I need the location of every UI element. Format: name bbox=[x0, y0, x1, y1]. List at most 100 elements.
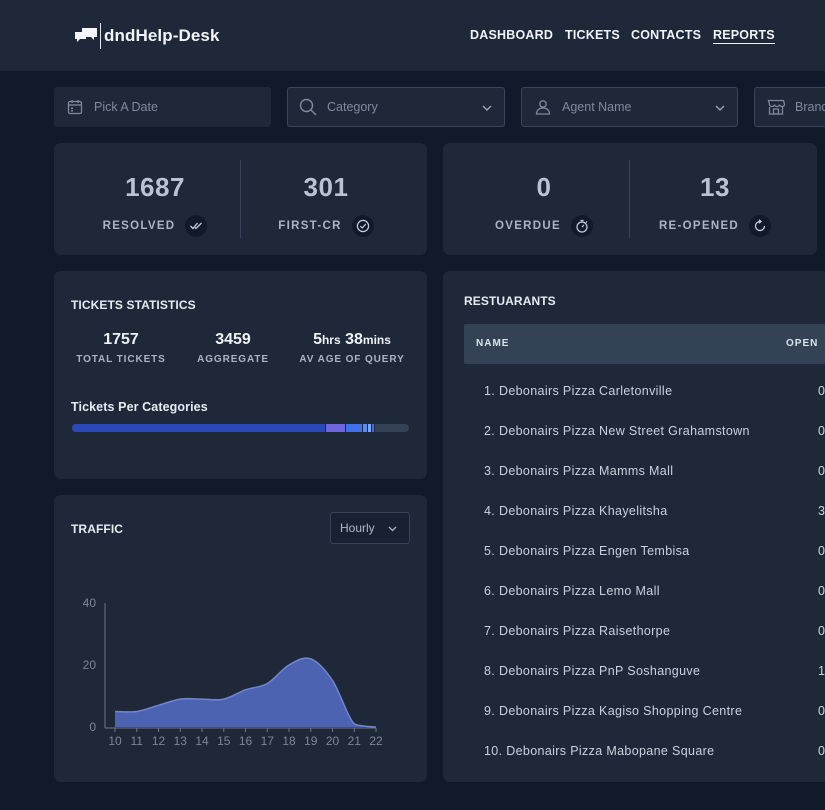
calendar-icon bbox=[66, 98, 84, 116]
stat-value: 3459 bbox=[215, 331, 251, 348]
table-row-open-count: 0 bbox=[818, 384, 825, 398]
stat-total-tickets: 1757 TOTAL TICKETS bbox=[71, 331, 171, 365]
kpi-value: 0 bbox=[536, 172, 552, 202]
table-row-name[interactable]: 2. Debonairs Pizza New Street Grahamstow… bbox=[484, 424, 750, 438]
column-header-name[interactable]: NAME bbox=[476, 338, 509, 349]
x-tick-label: 17 bbox=[261, 734, 275, 748]
traffic-area-chart: 0 20 40 10 11 12 13 14 15 16 17 18 19 20 21 22 bbox=[83, 596, 383, 748]
category-label: Category bbox=[327, 100, 378, 114]
table-row-name[interactable]: 10. Debonairs Pizza Mabopane Square bbox=[484, 744, 714, 758]
column-header-open[interactable]: OPEN bbox=[786, 338, 818, 349]
stat-value: 5hrs 38mins bbox=[313, 331, 391, 348]
category-progress-bar bbox=[72, 424, 409, 432]
traffic-area bbox=[115, 658, 376, 727]
x-tick-label: 18 bbox=[282, 734, 296, 748]
category-segment bbox=[344, 424, 362, 432]
table-row-open-count: 0 bbox=[818, 584, 825, 598]
traffic-interval-select[interactable]: Hourly bbox=[330, 512, 410, 544]
chevron-down-icon bbox=[388, 521, 397, 535]
restaurants-table-header bbox=[464, 324, 825, 364]
table-row-name[interactable]: 5. Debonairs Pizza Engen Tembisa bbox=[484, 544, 690, 558]
tickets-statistics-title: TICKETS STATISTICS bbox=[71, 298, 196, 312]
kpi-value: 301 bbox=[303, 172, 349, 202]
kpi-label: OVERDUE bbox=[495, 220, 561, 232]
stat-label: AV AGE OF QUERY bbox=[299, 354, 405, 365]
nav-contacts[interactable]: CONTACTS bbox=[631, 28, 701, 42]
refresh-icon bbox=[749, 215, 772, 237]
kpi-re-opened: 13 RE-OPENED bbox=[630, 172, 800, 237]
kpi-label: RE-OPENED bbox=[658, 220, 740, 232]
agent-label: Agent Name bbox=[562, 100, 632, 114]
stat-label: TOTAL TICKETS bbox=[76, 354, 166, 365]
x-tick-label: 19 bbox=[304, 734, 318, 748]
category-segment bbox=[72, 424, 325, 432]
y-tick-label: 20 bbox=[83, 658, 97, 672]
y-tick-label: 0 bbox=[89, 720, 96, 734]
table-row-open-count: 0 bbox=[818, 744, 825, 758]
stat-aggregate: 3459 AGGREGATE bbox=[183, 331, 283, 365]
brand-label: Brand bbox=[795, 100, 825, 114]
stopwatch-icon bbox=[570, 215, 593, 237]
x-tick-label: 13 bbox=[174, 734, 188, 748]
x-tick-label: 16 bbox=[239, 734, 253, 748]
x-tick-label: 11 bbox=[131, 734, 144, 748]
user-icon bbox=[534, 98, 552, 116]
table-row-name[interactable]: 1. Debonairs Pizza Carletonville bbox=[484, 384, 672, 398]
kpi-value: 1687 bbox=[125, 172, 185, 202]
table-row-open-count: 3 bbox=[818, 504, 825, 518]
category-select[interactable]: Category bbox=[287, 87, 505, 127]
restaurants-title: RESTUARANTS bbox=[464, 294, 556, 308]
kpi-resolved: 1687 RESOLVED bbox=[70, 172, 240, 237]
table-row-name[interactable]: 9. Debonairs Pizza Kagiso Shopping Centr… bbox=[484, 704, 742, 718]
kpi-label: FIRST-CR bbox=[278, 220, 342, 232]
table-row-open-count: 0 bbox=[818, 424, 825, 438]
table-row-name[interactable]: 4. Debonairs Pizza Khayelitsha bbox=[484, 504, 668, 518]
date-placeholder: Pick A Date bbox=[94, 100, 158, 114]
table-row-open-count: 0 bbox=[818, 464, 825, 478]
category-segment bbox=[324, 424, 345, 432]
nav-dashboard[interactable]: DASHBOARD bbox=[470, 28, 553, 42]
app-logo[interactable]: dndHelp-Desk bbox=[74, 22, 220, 50]
x-tick-label: 14 bbox=[195, 734, 209, 748]
store-icon bbox=[767, 98, 785, 116]
nav-tickets[interactable]: TICKETS bbox=[565, 28, 620, 42]
kpi-first-cr: 301 FIRST-CR bbox=[241, 172, 411, 237]
table-row-open-count: 0 bbox=[818, 624, 825, 638]
app-name: dndHelp-Desk bbox=[104, 26, 220, 45]
table-row-name[interactable]: 7. Debonairs Pizza Raisethorpe bbox=[484, 624, 670, 638]
table-row-open-count: 0 bbox=[818, 544, 825, 558]
search-icon bbox=[299, 98, 317, 116]
kpi-value: 13 bbox=[700, 172, 730, 202]
nav-reports[interactable]: REPORTS bbox=[713, 28, 775, 44]
logo-divider bbox=[100, 23, 101, 49]
x-tick-label: 21 bbox=[348, 734, 362, 748]
table-row-name[interactable]: 6. Debonairs Pizza Lemo Mall bbox=[484, 584, 660, 598]
interval-value: Hourly bbox=[340, 521, 375, 535]
chevron-down-icon bbox=[715, 100, 725, 114]
category-segment bbox=[373, 424, 376, 432]
chat-bubbles-icon bbox=[74, 26, 98, 46]
x-tick-label: 22 bbox=[369, 734, 383, 748]
table-row-name[interactable]: 8. Debonairs Pizza PnP Soshanguve bbox=[484, 664, 700, 678]
x-tick-label: 15 bbox=[217, 734, 231, 748]
check-circle-icon bbox=[351, 215, 374, 237]
x-tick-label: 12 bbox=[152, 734, 166, 748]
tickets-per-categories-title: Tickets Per Categories bbox=[71, 400, 208, 414]
date-picker[interactable]: Pick A Date bbox=[54, 87, 271, 127]
agent-select[interactable]: Agent Name bbox=[521, 87, 738, 127]
table-row-open-count: 0 bbox=[818, 704, 825, 718]
traffic-title: TRAFFIC bbox=[71, 522, 124, 536]
x-tick-label: 20 bbox=[326, 734, 340, 748]
stat-average-age: 5hrs 38mins AV AGE OF QUERY bbox=[292, 331, 412, 365]
table-row-name[interactable]: 3. Debonairs Pizza Mamms Mall bbox=[484, 464, 673, 478]
brand-select[interactable]: Brand bbox=[754, 87, 825, 127]
y-tick-label: 40 bbox=[83, 596, 97, 610]
chevron-down-icon bbox=[482, 100, 492, 114]
double-check-icon bbox=[185, 215, 208, 237]
stat-label: AGGREGATE bbox=[197, 354, 269, 365]
stat-value: 1757 bbox=[103, 331, 139, 348]
table-row-open-count: 1 bbox=[818, 664, 825, 678]
x-tick-label: 10 bbox=[108, 734, 122, 748]
kpi-overdue: 0 OVERDUE bbox=[459, 172, 629, 237]
kpi-label: RESOLVED bbox=[102, 220, 176, 232]
